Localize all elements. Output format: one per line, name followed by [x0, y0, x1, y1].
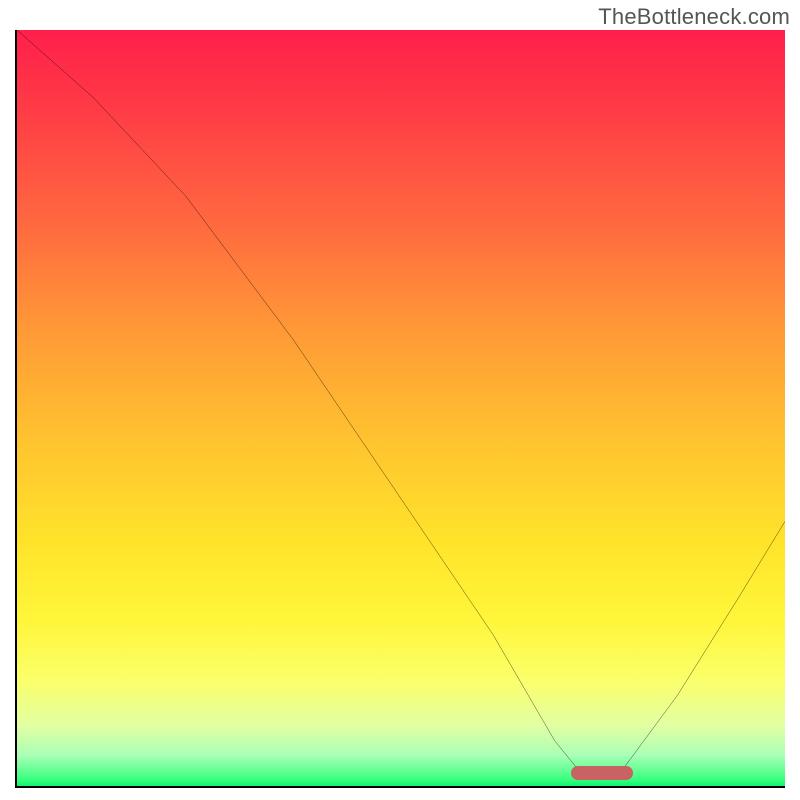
- plot-area: [15, 30, 785, 788]
- bottleneck-curve: [17, 30, 785, 786]
- watermark-label: TheBottleneck.com: [598, 4, 790, 30]
- chart-canvas: TheBottleneck.com: [0, 0, 800, 800]
- optimal-range-marker: [571, 766, 633, 780]
